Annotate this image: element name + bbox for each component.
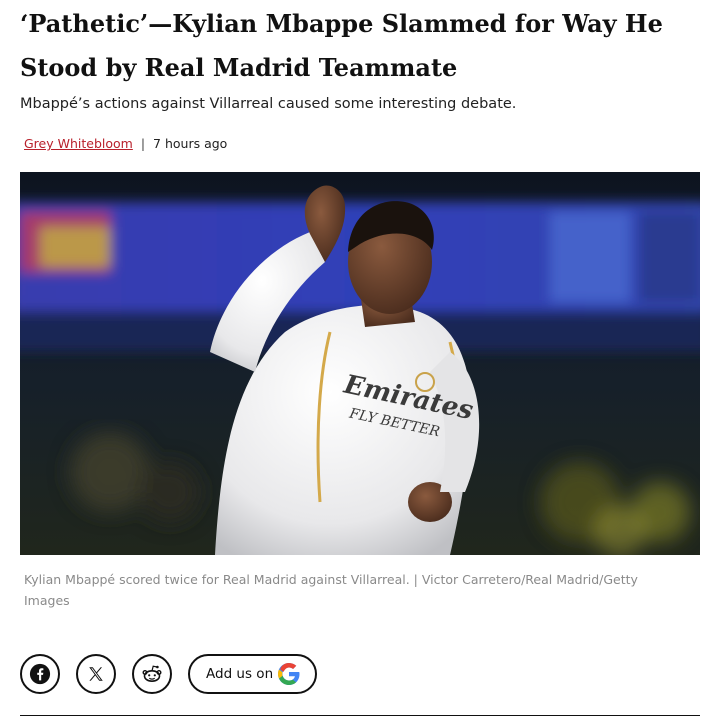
timestamp: 7 hours ago bbox=[153, 136, 228, 151]
x-icon bbox=[89, 667, 103, 681]
hero-image: Emirates FLY BETTER bbox=[20, 172, 700, 555]
facebook-icon bbox=[29, 663, 51, 685]
share-x-button[interactable] bbox=[76, 654, 116, 694]
image-caption: Kylian Mbappé scored twice for Real Madr… bbox=[24, 572, 638, 608]
headline: ‘Pathetic’—Kylian Mbappe Slammed for Way… bbox=[20, 9, 663, 82]
divider bbox=[20, 715, 700, 716]
byline-separator: | bbox=[140, 136, 146, 151]
add-us-on-google-button[interactable]: Add us on bbox=[188, 654, 318, 694]
byline: Grey Whitebloom | 7 hours ago bbox=[24, 134, 227, 154]
subheadline: Mbappé’s actions against Villarreal caus… bbox=[20, 96, 517, 112]
author-link[interactable]: Grey Whitebloom bbox=[24, 136, 133, 151]
google-g-icon bbox=[278, 663, 300, 685]
share-bar: Add us on bbox=[20, 654, 318, 694]
reddit-icon bbox=[142, 665, 162, 682]
share-reddit-button[interactable] bbox=[132, 654, 172, 694]
article: ‘Pathetic’—Kylian Mbappe Slammed for Way… bbox=[0, 0, 720, 720]
share-facebook-button[interactable] bbox=[20, 654, 60, 694]
add-us-on-label: Add us on bbox=[206, 666, 274, 682]
player-photo: Emirates FLY BETTER bbox=[20, 172, 700, 555]
